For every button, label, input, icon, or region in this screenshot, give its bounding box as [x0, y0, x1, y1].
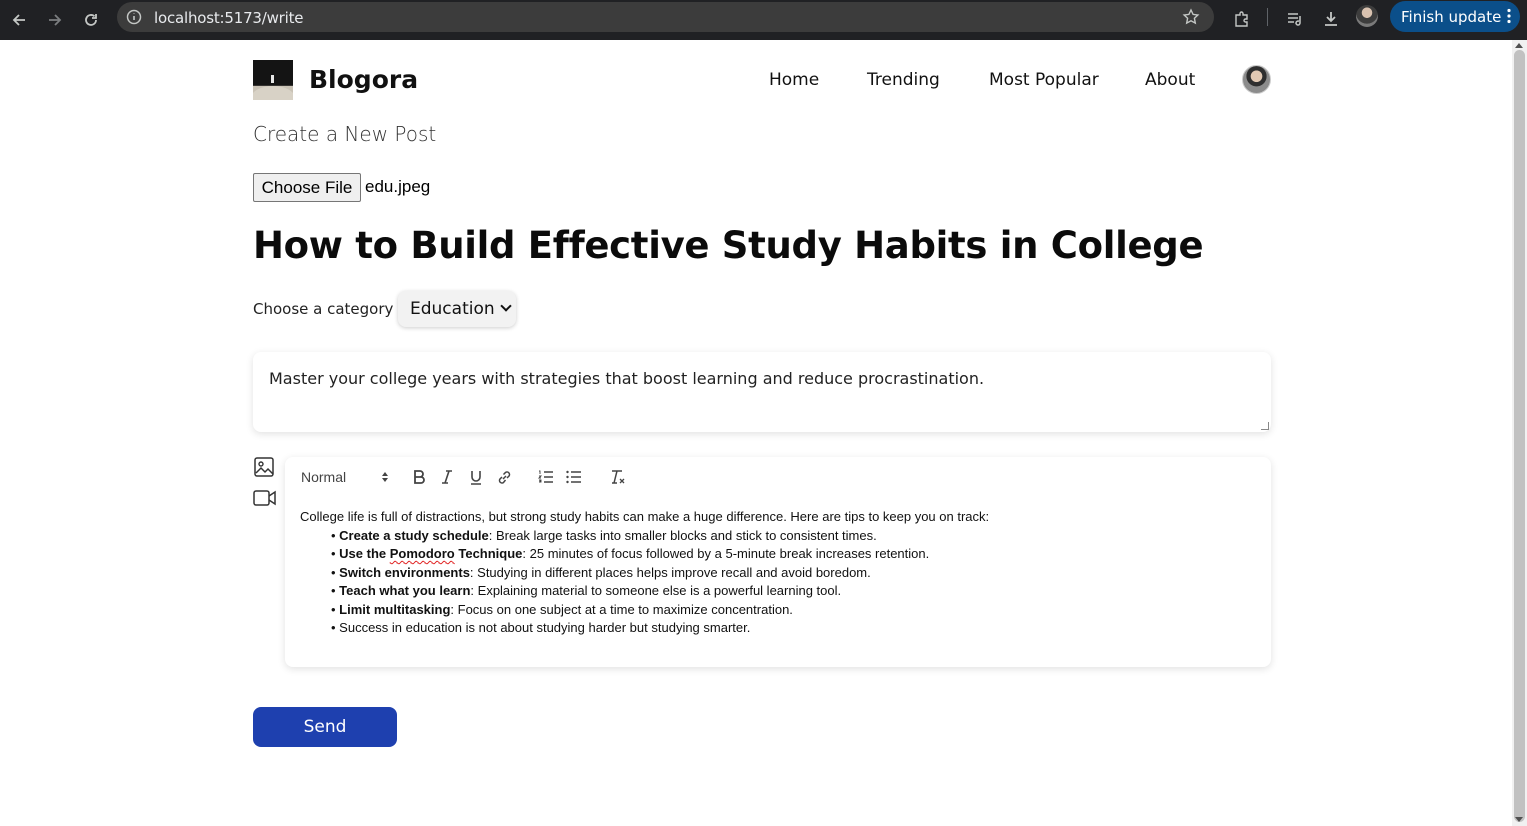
- editor-intro-paragraph: College life is full of distractions, bu…: [300, 509, 990, 524]
- back-icon[interactable]: [5, 6, 33, 34]
- browser-toolbar: localhost:5173/write Finish update: [0, 0, 1527, 40]
- list-item: Create a study schedule: Break large tas…: [331, 527, 989, 546]
- editor-content[interactable]: College life is full of distractions, bu…: [300, 508, 989, 638]
- list-item-text: : Studying in different places helps imp…: [469, 564, 871, 580]
- nav-about[interactable]: About: [1145, 70, 1195, 90]
- format-select-value: Normal: [301, 469, 347, 485]
- finish-update-label: Finish update: [1401, 7, 1502, 26]
- forward-icon[interactable]: [41, 6, 69, 34]
- list-item-bold-post: Technique: [454, 546, 523, 561]
- nav-home[interactable]: Home: [769, 70, 819, 90]
- link-icon[interactable]: [494, 467, 514, 487]
- resize-grip-icon[interactable]: [1261, 422, 1269, 430]
- browser-profile-avatar[interactable]: [1356, 5, 1378, 27]
- chevron-down-icon: [500, 300, 512, 312]
- send-button[interactable]: Send: [253, 707, 397, 747]
- select-arrows-icon: [381, 469, 389, 485]
- address-bar[interactable]: localhost:5173/write: [117, 2, 1214, 32]
- category-select[interactable]: Education: [398, 291, 516, 327]
- format-select[interactable]: Normal: [301, 467, 389, 487]
- page-scrollbar[interactable]: [1512, 40, 1527, 826]
- list-item: Use the Pomodoro Technique: 25 minutes o…: [331, 545, 989, 564]
- selected-file-name: edu.jpeg: [365, 177, 431, 196]
- bookmark-star-icon[interactable]: [1182, 8, 1200, 26]
- logo-figure: [271, 75, 274, 83]
- clear-format-icon[interactable]: [608, 467, 628, 487]
- site-logo[interactable]: [253, 60, 293, 100]
- video-upload-icon[interactable]: [253, 489, 277, 511]
- scroll-up-arrow-icon[interactable]: [1515, 43, 1523, 48]
- list-item-bold: Use the Pomodoro Technique: [339, 546, 522, 561]
- list-item-bold: Create a study schedule: [339, 527, 489, 543]
- list-item-bold: Switch environments: [339, 564, 470, 580]
- toolbar-divider: [1267, 8, 1268, 26]
- list-item-text: Success in education is not about studyi…: [339, 620, 751, 635]
- list-item-bold: Teach what you learn: [339, 583, 471, 598]
- bold-icon[interactable]: [409, 467, 429, 487]
- url-text: localhost:5173/write: [154, 9, 304, 27]
- more-options-icon[interactable]: [1507, 8, 1511, 24]
- list-item-text: : 25 minutes of focus followed by a 5-mi…: [522, 546, 930, 561]
- editor-toolbar: Normal: [285, 457, 1271, 497]
- ordered-list-icon[interactable]: [536, 467, 556, 487]
- post-title-input[interactable]: How to Build Effective Study Habits in C…: [253, 224, 1204, 267]
- list-item-bold-pre: Use the: [339, 546, 390, 561]
- rich-text-editor[interactable]: Normal College life is full of distracti…: [285, 457, 1271, 667]
- description-text: Master your college years with strategie…: [269, 369, 985, 388]
- choose-file-button[interactable]: Choose File: [253, 173, 361, 202]
- reload-icon[interactable]: [77, 6, 105, 34]
- scroll-down-arrow-icon[interactable]: [1515, 817, 1523, 822]
- description-textarea[interactable]: Master your college years with strategie…: [253, 352, 1271, 432]
- media-controls-icon[interactable]: [1283, 7, 1307, 31]
- user-avatar[interactable]: [1242, 65, 1271, 94]
- list-item: Limit multitasking: Focus on one subject…: [331, 601, 989, 620]
- list-item: Teach what you learn: Explaining materia…: [331, 582, 989, 601]
- list-item: Success in education is not about studyi…: [331, 619, 989, 638]
- extensions-icon[interactable]: [1230, 7, 1254, 31]
- nav-trending[interactable]: Trending: [867, 70, 940, 90]
- brand-name[interactable]: Blogora: [309, 65, 418, 94]
- finish-update-button[interactable]: Finish update: [1390, 1, 1520, 32]
- image-upload-icon[interactable]: [253, 456, 277, 478]
- list-item-text: : Break large tasks into smaller blocks …: [488, 527, 877, 543]
- download-icon[interactable]: [1319, 7, 1343, 31]
- list-item-bold: Limit multitasking: [339, 601, 451, 617]
- italic-icon[interactable]: [437, 467, 457, 487]
- underline-icon[interactable]: [466, 467, 486, 487]
- logo-moon: [253, 86, 293, 100]
- site-header: Blogora Home Trending Most Popular About: [253, 60, 1271, 100]
- list-item-text: : Focus on one subject at a time to maxi…: [450, 601, 793, 617]
- editor-bullet-list: Create a study schedule: Break large tas…: [300, 527, 989, 638]
- spellcheck-word: Pomodoro: [389, 546, 455, 561]
- list-item-text: : Explaining material to someone else is…: [470, 583, 842, 598]
- category-selected-value: Education: [410, 299, 495, 319]
- nav-most-popular[interactable]: Most Popular: [989, 70, 1099, 90]
- site-info-icon[interactable]: [125, 8, 143, 26]
- page-subtitle: Create a New Post: [253, 122, 437, 146]
- bullet-list-icon[interactable]: [564, 467, 584, 487]
- category-label: Choose a category: [253, 300, 394, 318]
- list-item: Switch environments: Studying in differe…: [331, 564, 989, 583]
- scrollbar-thumb[interactable]: [1514, 50, 1525, 822]
